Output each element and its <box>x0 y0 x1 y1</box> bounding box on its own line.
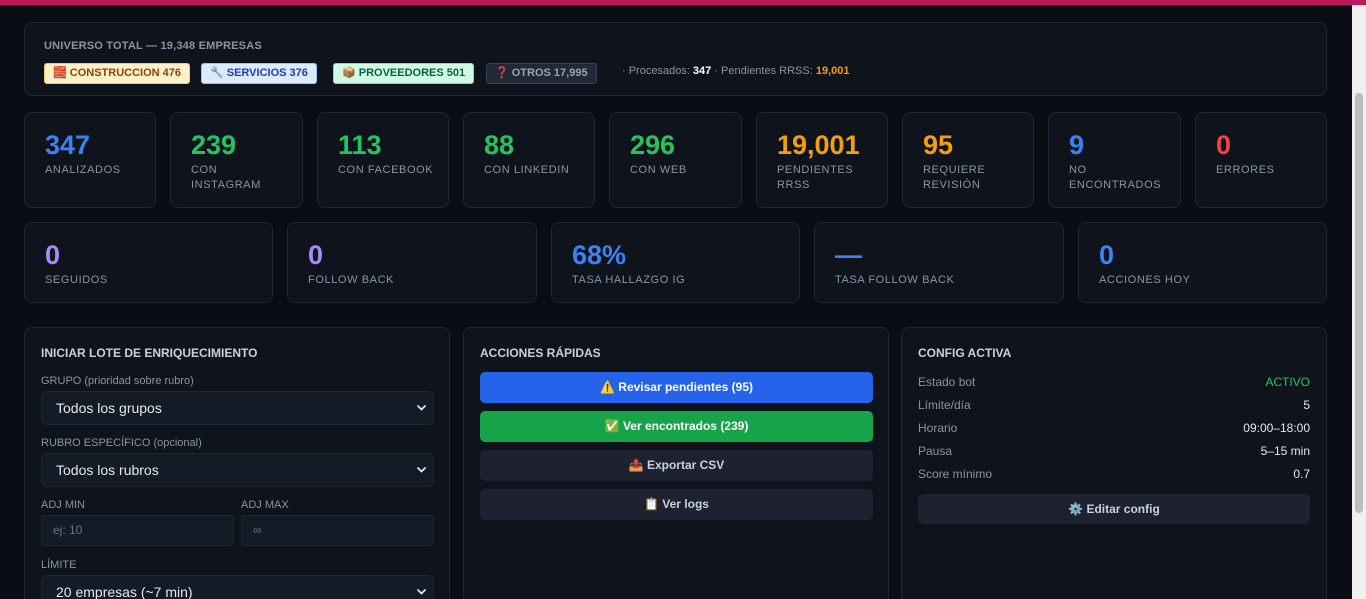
stat-label: CON FACEBOOK <box>338 164 434 176</box>
scrollbar-thumb[interactable] <box>1355 93 1363 513</box>
chevron-down-icon <box>416 392 427 436</box>
stat-analizados: 347 ANALIZADOS <box>24 112 156 208</box>
config-row-horario: Horario 09:00–18:00 <box>918 421 1310 437</box>
grupo-label: GRUPO (prioridad sobre rubro) <box>41 375 194 387</box>
config-key: Estado bot <box>918 375 976 389</box>
config-row-limite: Límite/día 5 <box>918 398 1310 414</box>
config-value: 5 <box>1303 398 1310 412</box>
config-key: Pausa <box>918 444 953 458</box>
chevron-down-icon <box>416 454 427 498</box>
badge-proveedores[interactable]: 📦 PROVEEDORES 501 <box>333 63 475 84</box>
stat-value: 19,001 <box>777 130 860 160</box>
stat-value: 239 <box>191 130 237 160</box>
adj-min-label: ADJ MIN <box>41 499 85 511</box>
panel-title: INICIAR LOTE DE ENRIQUECIMIENTO <box>41 346 258 360</box>
processed-prefix: · Procesados: <box>622 65 693 77</box>
stat-tasa-hallazgo-ig: 68% TASA HALLAZGO IG <box>551 222 800 303</box>
processed-summary: · Procesados: 347 · Pendientes RRSS: 19,… <box>622 65 850 77</box>
stat-label: PENDIENTES RRSS <box>777 164 854 191</box>
badge-servicios[interactable]: 🔧 SERVICIOS 376 <box>201 63 317 84</box>
stat-label: SEGUIDOS <box>45 274 108 286</box>
config-row-score: Score mínimo 0.7 <box>918 467 1310 483</box>
rubro-select[interactable]: Todos los rubros <box>41 453 434 487</box>
stat-value: 95 <box>923 130 954 160</box>
stat-tasa-follow-back: — TASA FOLLOW BACK <box>814 222 1064 303</box>
ver-encontrados-button[interactable]: ✅ Ver encontrados (239) <box>480 411 873 442</box>
stat-label: CON WEB <box>630 164 687 176</box>
grupo-select[interactable]: Todos los grupos <box>41 391 434 425</box>
processed-value: 347 <box>692 65 712 77</box>
config-key: Horario <box>918 421 958 435</box>
config-row-estado: Estado bot ACTIVO <box>918 375 1310 391</box>
config-panel: CONFIG ACTIVA Estado bot ACTIVO Límite/d… <box>901 327 1327 599</box>
badge-construccion[interactable]: 🧱 CONSTRUCCION 476 <box>44 63 190 84</box>
chevron-down-icon <box>416 576 427 599</box>
stat-label: ERRORES <box>1216 164 1275 176</box>
pending-prefix: · Pendientes RRSS: <box>711 65 816 77</box>
config-key: Score mínimo <box>918 467 993 481</box>
config-value: 0.7 <box>1293 467 1310 481</box>
stat-value: 347 <box>45 130 91 160</box>
stat-value: 0 <box>1216 130 1232 160</box>
limite-select[interactable]: 20 empresas (~7 min) <box>41 575 434 599</box>
stat-con-instagram: 239 CON INSTAGRAM <box>170 112 303 208</box>
enrichment-panel: INICIAR LOTE DE ENRIQUECIMIENTO GRUPO (p… <box>24 327 450 599</box>
stat-value: 88 <box>484 130 515 160</box>
adj-min-input[interactable]: ej: 10 <box>41 515 234 546</box>
panel-title: CONFIG ACTIVA <box>918 346 1012 360</box>
top-accent-bar <box>0 0 1366 5</box>
config-key: Límite/día <box>918 398 971 412</box>
stat-value: 0 <box>1099 240 1115 270</box>
stat-label: ANALIZADOS <box>45 164 121 176</box>
stat-requiere-revision: 95 REQUIERE REVISIÓN <box>902 112 1034 208</box>
stat-value: 113 <box>338 130 382 160</box>
stat-value: 9 <box>1069 130 1085 160</box>
stat-label: NO ENCONTRADOS <box>1069 164 1162 191</box>
exportar-csv-button[interactable]: 📤 Exportar CSV <box>480 450 873 481</box>
stat-label: TASA FOLLOW BACK <box>835 274 955 286</box>
config-value: 5–15 min <box>1260 444 1310 458</box>
status-badge: ACTIVO <box>1265 375 1310 389</box>
revisar-pendientes-button[interactable]: ⚠️ Revisar pendientes (95) <box>480 372 873 403</box>
stat-value: 296 <box>630 130 676 160</box>
stat-label: TASA HALLAZGO IG <box>572 274 686 286</box>
limite-select-value: 20 empresas (~7 min) <box>56 584 193 599</box>
stat-con-facebook: 113 CON FACEBOOK <box>317 112 449 208</box>
config-row-pausa: Pausa 5–15 min <box>918 444 1310 460</box>
stat-label: REQUIERE REVISIÓN <box>923 164 986 191</box>
rubro-label: RUBRO ESPECÍFICO (opcional) <box>41 437 202 449</box>
stat-label: CON LINKEDIN <box>484 164 570 176</box>
ver-logs-button[interactable]: 📋 Ver logs <box>480 489 873 520</box>
universe-title: UNIVERSO TOTAL — 19,348 EMPRESAS <box>44 40 262 52</box>
stat-con-web: 296 CON WEB <box>609 112 742 208</box>
config-value: 09:00–18:00 <box>1243 421 1310 435</box>
limite-label: LÍMITE <box>41 559 77 571</box>
pending-value: 19,001 <box>815 65 850 77</box>
scrollbar[interactable] <box>1352 5 1366 599</box>
stat-follow-back: 0 FOLLOW BACK <box>287 222 537 303</box>
stat-value: 0 <box>308 240 324 270</box>
rubro-select-value: Todos los rubros <box>56 462 159 478</box>
stat-value: 68% <box>572 240 627 270</box>
stat-acciones-hoy: 0 ACCIONES HOY <box>1078 222 1327 303</box>
stat-label: CON INSTAGRAM <box>191 164 261 191</box>
stat-label: ACCIONES HOY <box>1099 274 1191 286</box>
stat-pendientes-rrss: 19,001 PENDIENTES RRSS <box>756 112 888 208</box>
stat-value: — <box>835 240 862 270</box>
stat-errores: 0 ERRORES <box>1195 112 1327 208</box>
stat-label: FOLLOW BACK <box>308 274 395 286</box>
stat-con-linkedin: 88 CON LINKEDIN <box>463 112 595 208</box>
adj-max-label: ADJ MAX <box>241 499 289 511</box>
quick-actions-panel: ACCIONES RÁPIDAS ⚠️ Revisar pendientes (… <box>463 327 889 599</box>
stat-no-encontrados: 9 NO ENCONTRADOS <box>1048 112 1181 208</box>
badge-otros[interactable]: ❓ OTROS 17,995 <box>486 63 597 84</box>
grupo-select-value: Todos los grupos <box>56 400 162 416</box>
adj-max-input[interactable]: ∞ <box>241 515 434 546</box>
panel-title: ACCIONES RÁPIDAS <box>480 346 601 360</box>
editar-config-button[interactable]: ⚙️ Editar config <box>918 494 1310 524</box>
universe-card: UNIVERSO TOTAL — 19,348 EMPRESAS 🧱 CONST… <box>24 22 1327 96</box>
stat-seguidos: 0 SEGUIDOS <box>24 222 273 303</box>
stat-value: 0 <box>45 240 61 270</box>
